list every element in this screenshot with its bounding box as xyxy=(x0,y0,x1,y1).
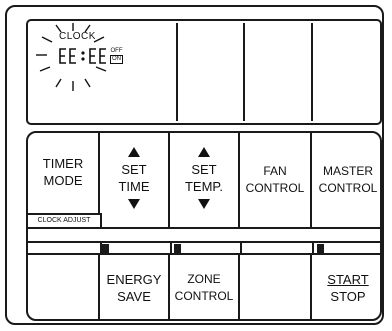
arrow-down-icon xyxy=(198,199,210,209)
fan-control-label-1: FAN xyxy=(263,164,287,178)
stop-label: STOP xyxy=(330,289,366,304)
fan-control-button[interactable]: FAN CONTROL xyxy=(240,133,312,227)
blink-rays-icon xyxy=(36,23,107,91)
strip-divider xyxy=(312,241,314,255)
arrow-up-icon xyxy=(198,147,210,157)
indicator-light xyxy=(102,244,109,253)
lcd-divider xyxy=(311,23,313,121)
arrow-up-icon xyxy=(128,147,140,157)
master-control-label-2: CONTROL xyxy=(318,181,378,195)
indicator-on: ON xyxy=(110,55,123,64)
master-control-label-1: MASTER xyxy=(322,164,373,178)
blank-button[interactable] xyxy=(28,255,100,319)
indicator-off: OFF xyxy=(110,48,123,54)
button-area: TIMER MODE CLOCK ADJUST SET TIME SET TEM… xyxy=(26,131,382,321)
master-control-button[interactable]: MASTER CONTROL xyxy=(312,133,380,227)
zone-control-label-1: ZONE xyxy=(187,272,221,286)
set-temp-button[interactable]: SET TEMP. xyxy=(170,133,240,227)
indicator-light xyxy=(174,244,181,253)
energy-save-label-1: ENERGY xyxy=(106,272,162,287)
set-time-button[interactable]: SET TIME xyxy=(100,133,170,227)
timer-mode-label-2: MODE xyxy=(43,173,83,188)
divider-line xyxy=(28,227,380,229)
button-row-top: TIMER MODE CLOCK ADJUST SET TIME SET TEM… xyxy=(28,133,380,227)
start-stop-button[interactable]: START STOP xyxy=(312,255,380,319)
blank-button[interactable] xyxy=(240,255,312,319)
set-temp-label-1: SET xyxy=(191,162,217,177)
set-time-label-2: TIME xyxy=(118,179,150,194)
zone-control-button[interactable]: ZONE CONTROL xyxy=(170,255,240,319)
energy-save-button[interactable]: ENERGY SAVE xyxy=(100,255,170,319)
start-stop-label: START STOP xyxy=(327,271,368,305)
strip-divider xyxy=(170,241,172,255)
set-time-label-1: SET xyxy=(121,162,147,177)
fan-control-label-2: CONTROL xyxy=(245,181,305,195)
timer-mode-button[interactable]: TIMER MODE CLOCK ADJUST xyxy=(28,133,102,227)
button-row-bottom: ENERGY SAVE ZONE CONTROL START STOP xyxy=(28,255,380,319)
arrow-down-icon xyxy=(128,199,140,209)
clock-adjust-label: CLOCK ADJUST xyxy=(28,213,102,227)
start-label: START xyxy=(327,272,369,287)
lcd-display: CLOCK OFF ON xyxy=(26,19,382,125)
clock-label: CLOCK xyxy=(59,31,96,42)
zone-control-label-2: CONTROL xyxy=(174,289,234,303)
on-off-indicator: OFF ON xyxy=(110,48,123,64)
lcd-divider xyxy=(243,23,245,121)
control-panel: CLOCK OFF ON TIMER MODE CLOCK ADJUST SET… xyxy=(5,5,384,325)
divider-line xyxy=(28,241,380,243)
clock-digits xyxy=(59,48,106,64)
indicator-light xyxy=(317,244,324,253)
strip-divider xyxy=(240,241,242,255)
timer-mode-label-1: TIMER xyxy=(42,156,84,171)
set-temp-label-2: TEMP. xyxy=(184,179,224,194)
energy-save-label-2: SAVE xyxy=(117,289,151,304)
